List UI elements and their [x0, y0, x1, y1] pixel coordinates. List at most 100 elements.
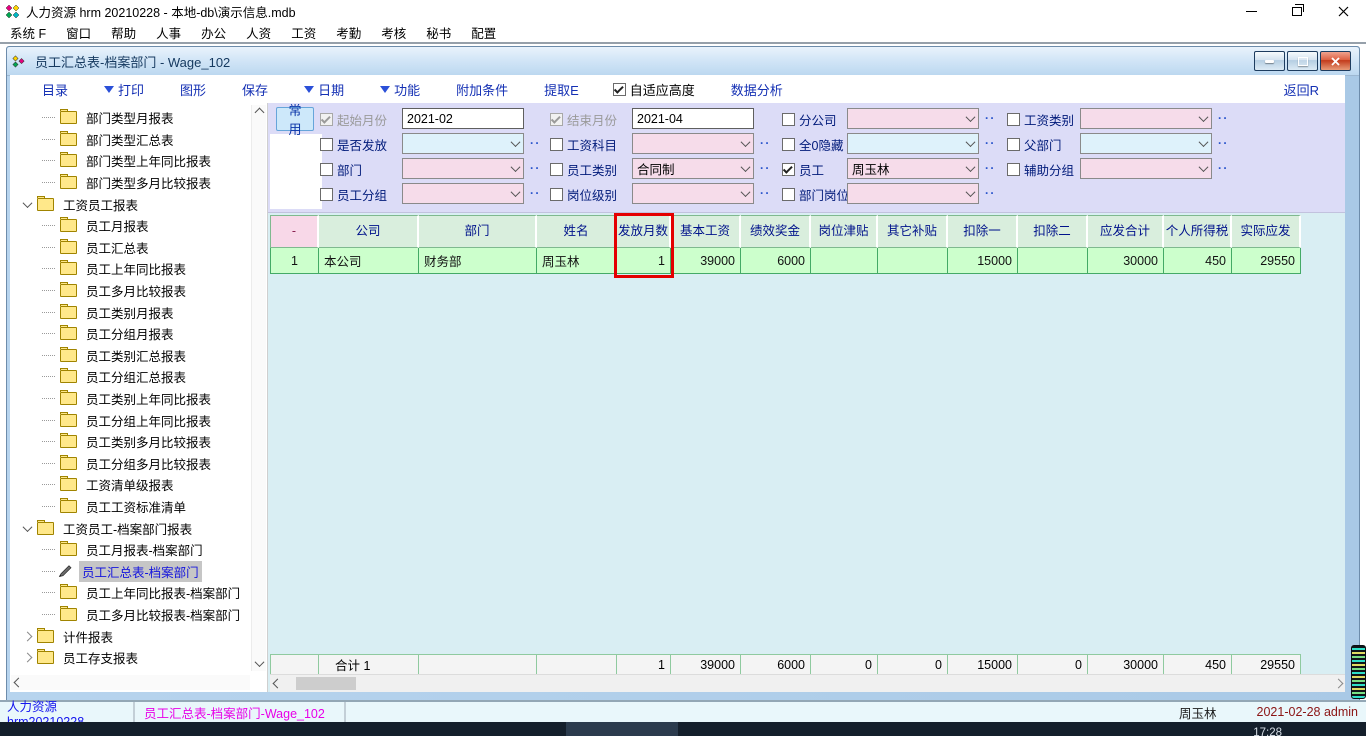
filter-control-0[interactable]: 2021-02	[402, 108, 524, 129]
child-close-button[interactable]	[1320, 51, 1351, 71]
scroll-left-icon[interactable]	[14, 678, 24, 688]
menu-item-1[interactable]: 窗口	[56, 23, 101, 42]
dropdown-arrow-icon[interactable]	[507, 159, 523, 178]
checkbox[interactable]	[550, 113, 563, 126]
tree-item-22[interactable]: 员工上年同比报表-档案部门	[12, 582, 249, 604]
toolbar-button-3[interactable]: 保存	[242, 80, 268, 99]
checkbox[interactable]	[1007, 163, 1020, 176]
checkbox[interactable]	[320, 113, 333, 126]
dropdown-arrow-icon[interactable]	[962, 134, 978, 153]
more-options-link[interactable]: ..	[530, 183, 541, 197]
row-cell-0[interactable]: 1	[271, 248, 319, 274]
filter-control-5[interactable]	[632, 133, 754, 154]
toolbar-button-6[interactable]: 附加条件	[456, 80, 508, 99]
tree-item-18[interactable]: 员工工资标准清单	[12, 496, 249, 518]
row-cell-2[interactable]: 财务部	[419, 248, 537, 274]
more-options-link[interactable]: ..	[985, 133, 996, 147]
checkbox[interactable]	[782, 163, 795, 176]
more-options-link[interactable]: ..	[530, 158, 541, 172]
column-header-6[interactable]: 绩效奖金	[741, 215, 811, 248]
close-button[interactable]	[1320, 0, 1366, 22]
statusbar-app[interactable]: 人力资源hrm20210228	[0, 702, 135, 722]
dropdown-arrow-icon[interactable]	[962, 109, 978, 128]
tree-item-16[interactable]: 员工分组多月比较报表	[12, 453, 249, 475]
taskbar-app-button[interactable]	[566, 722, 678, 736]
filter-control-8[interactable]	[847, 108, 979, 129]
row-cell-9[interactable]: 15000	[948, 248, 1018, 274]
column-header-0[interactable]: -	[271, 215, 319, 248]
column-header-8[interactable]: 其它补贴	[878, 215, 948, 248]
checkbox[interactable]	[782, 188, 795, 201]
checkbox[interactable]	[1007, 138, 1020, 151]
filter-control-1[interactable]	[402, 133, 524, 154]
tree-item-19[interactable]: 工资员工-档案部门报表	[12, 517, 249, 539]
tree-item-23[interactable]: 员工多月比较报表-档案部门	[12, 604, 249, 626]
tree-item-24[interactable]: 计件报表	[12, 625, 249, 647]
tree-item-8[interactable]: 员工多月比较报表	[12, 280, 249, 302]
menu-item-2[interactable]: 帮助	[101, 23, 146, 42]
tree-item-25[interactable]: 员工存支报表	[12, 647, 249, 669]
more-options-link[interactable]: ..	[1218, 158, 1229, 172]
scrollbar-thumb[interactable]	[296, 677, 356, 690]
dropdown-arrow-icon[interactable]	[507, 184, 523, 203]
scroll-up-icon[interactable]	[254, 108, 264, 118]
filter-control-14[interactable]	[1080, 158, 1212, 179]
grid-horizontal-scrollbar[interactable]	[270, 674, 1345, 692]
checkbox[interactable]	[320, 188, 333, 201]
filter-control-11[interactable]	[847, 183, 979, 204]
more-options-link[interactable]: ..	[985, 108, 996, 122]
data-analysis-button[interactable]: 数据分析	[731, 80, 783, 99]
filter-control-7[interactable]	[632, 183, 754, 204]
toolbar-button-1[interactable]: 打印	[104, 80, 144, 99]
column-header-3[interactable]: 姓名	[537, 215, 617, 248]
menu-item-10[interactable]: 配置	[461, 23, 506, 42]
tree-vertical-scrollbar[interactable]	[251, 105, 266, 671]
more-options-link[interactable]: ..	[985, 158, 996, 172]
more-options-link[interactable]: ..	[530, 133, 541, 147]
filter-control-12[interactable]	[1080, 108, 1212, 129]
toolbar-button-5[interactable]: 功能	[380, 80, 420, 99]
tree-horizontal-scrollbar[interactable]	[11, 675, 250, 690]
dropdown-arrow-icon[interactable]	[507, 134, 523, 153]
child-minimize-button[interactable]	[1254, 51, 1285, 71]
menu-item-5[interactable]: 人资	[236, 23, 281, 42]
toolbar-button-2[interactable]: 图形	[180, 80, 206, 99]
dropdown-arrow-icon[interactable]	[1195, 159, 1211, 178]
row-cell-3[interactable]: 周玉林	[537, 248, 617, 274]
row-cell-6[interactable]: 6000	[741, 248, 811, 274]
tree-item-13[interactable]: 员工类别上年同比报表	[12, 388, 249, 410]
autofit-checkbox-group[interactable]: 自适应高度	[613, 80, 695, 99]
statusbar-report[interactable]: 员工汇总表-档案部门-Wage_102	[135, 702, 346, 722]
more-options-link[interactable]: ..	[1218, 133, 1229, 147]
tree-item-10[interactable]: 员工分组月报表	[12, 323, 249, 345]
more-options-link[interactable]: ..	[1218, 108, 1229, 122]
tree-item-9[interactable]: 员工类别月报表	[12, 301, 249, 323]
menu-item-8[interactable]: 考核	[371, 23, 416, 42]
back-button[interactable]: 返回R	[1284, 80, 1319, 99]
column-header-13[interactable]: 实际应发	[1232, 215, 1301, 248]
row-cell-8[interactable]	[878, 248, 948, 274]
menu-item-7[interactable]: 考勤	[326, 23, 371, 42]
more-options-link[interactable]: ..	[760, 133, 771, 147]
tree-item-15[interactable]: 员工类别多月比较报表	[12, 431, 249, 453]
tree-item-14[interactable]: 员工分组上年同比报表	[12, 409, 249, 431]
row-cell-11[interactable]: 30000	[1088, 248, 1164, 274]
more-options-link[interactable]: ..	[760, 158, 771, 172]
column-header-5[interactable]: 基本工资	[671, 215, 741, 248]
checkbox[interactable]	[550, 188, 563, 201]
row-cell-4[interactable]: 1	[617, 248, 671, 274]
filter-control-13[interactable]	[1080, 133, 1212, 154]
checkbox[interactable]	[782, 138, 795, 151]
menu-item-9[interactable]: 秘书	[416, 23, 461, 42]
column-header-11[interactable]: 应发合计	[1088, 215, 1164, 248]
child-restore-button[interactable]	[1287, 51, 1318, 71]
filter-control-2[interactable]	[402, 158, 524, 179]
dropdown-arrow-icon[interactable]	[737, 134, 753, 153]
row-cell-1[interactable]: 本公司	[319, 248, 419, 274]
checkbox[interactable]	[782, 113, 795, 126]
autofit-checkbox[interactable]	[613, 83, 626, 96]
chevron-down-icon[interactable]	[20, 525, 35, 532]
filter-control-9[interactable]	[847, 133, 979, 154]
dropdown-arrow-icon[interactable]	[962, 159, 978, 178]
scroll-left-icon[interactable]	[270, 680, 284, 687]
